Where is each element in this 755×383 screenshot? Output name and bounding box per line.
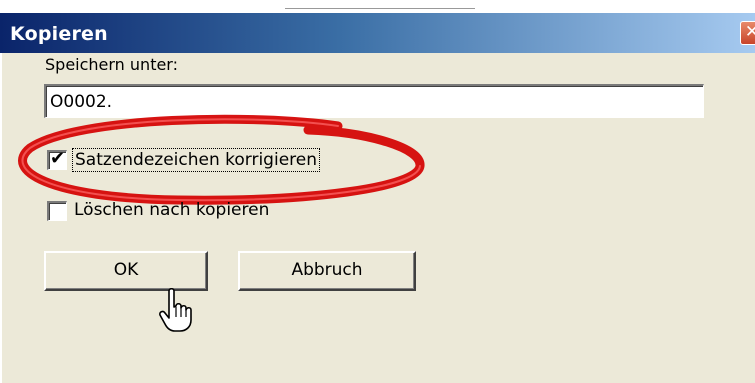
background-window-strip — [0, 0, 755, 14]
hand-pointer-icon — [159, 287, 192, 332]
save-as-label: Speichern unter: — [45, 55, 178, 74]
dialog-left-edge — [0, 53, 2, 383]
background-divider — [285, 8, 475, 9]
option-label: Satzendezeichen korrigieren — [72, 148, 321, 172]
save-as-field[interactable] — [44, 84, 704, 118]
option-label: Löschen nach kopieren — [74, 200, 270, 220]
cancel-button[interactable]: Abbruch — [238, 251, 416, 291]
checkmark-icon: ✔ — [50, 148, 66, 169]
checkbox-fix-sentence-terminator[interactable]: ✔ — [47, 148, 67, 170]
close-icon[interactable]: ✕ — [740, 21, 755, 45]
dialog-titlebar[interactable]: Kopieren ✕ — [0, 13, 755, 53]
ok-button[interactable]: OK — [44, 251, 208, 291]
dialog-title: Kopieren — [10, 23, 108, 45]
checkbox-delete-after-copy[interactable] — [47, 201, 67, 221]
